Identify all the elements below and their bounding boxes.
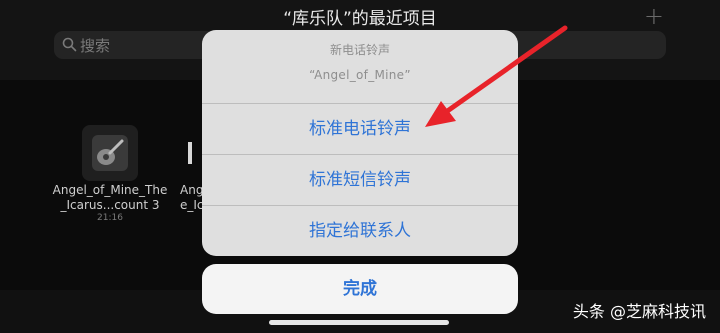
plus-icon[interactable]: + [644,2,664,30]
action-sheet-title: 新电话铃声 [329,43,390,57]
home-indicator[interactable] [269,320,449,325]
guitar-icon [92,135,128,171]
action-sheet-header: 新电话铃声 “Angel_of_Mine” [202,30,518,104]
search-placeholder: 搜索 [80,37,111,55]
project-tile[interactable]: Angel_of_Mine_The _Icarus...count 3 21:1… [40,80,180,230]
action-sheet-message: “Angel_of_Mine” [309,68,411,82]
page-title: “库乐队”的最近项目 [283,9,437,29]
watermark: 头条 @芝麻科技讯 [572,302,706,321]
standard-ringtone-button[interactable]: 标准电话铃声 [202,104,518,155]
project-thumbnail[interactable] [82,125,138,181]
action-sheet: 新电话铃声 “Angel_of_Mine” 标准电话铃声 标准短信铃声 指定给联… [202,30,518,256]
standard-text-tone-button[interactable]: 标准短信铃声 [202,155,518,206]
project-time: 21:16 [97,213,123,223]
project-name-line: _Icarus...count 3 [60,198,160,212]
project-name: Angel_of_Mine_The _Icarus...count 3 [40,183,180,213]
assign-to-contact-button[interactable]: 指定给联系人 [202,206,518,256]
search-icon [62,37,77,52]
project-name-line: Angel_of_Mine_The [52,183,168,197]
done-button[interactable]: 完成 [202,264,518,314]
